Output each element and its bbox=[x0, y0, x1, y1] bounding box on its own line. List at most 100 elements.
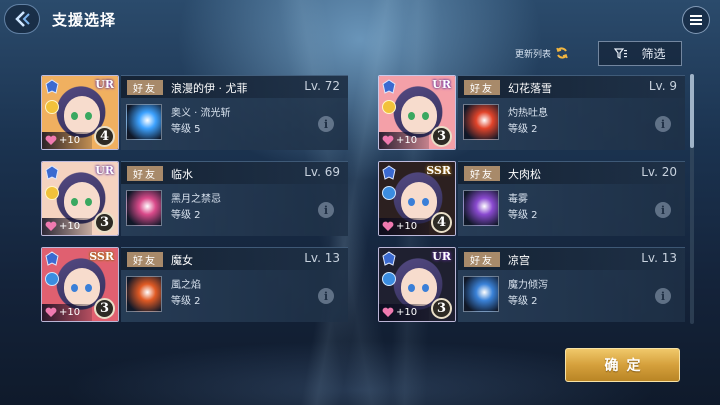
friend-tag: 好友 bbox=[127, 252, 163, 267]
rarity-label: UR bbox=[95, 164, 114, 177]
bond-indicator: +10 bbox=[42, 132, 92, 149]
friend-tag: 好友 bbox=[127, 80, 163, 95]
character-portrait[interactable]: SSR +10 4 bbox=[378, 161, 456, 236]
character-eye bbox=[71, 198, 78, 206]
info-icon[interactable]: i bbox=[655, 116, 671, 132]
character-portrait[interactable]: UR +10 3 bbox=[378, 247, 456, 322]
rarity-label: SSR bbox=[89, 250, 114, 263]
skill-name: 奥义 · 流光斩 bbox=[171, 108, 231, 119]
bond-value: +10 bbox=[59, 307, 81, 318]
skill-icon bbox=[126, 104, 162, 140]
refresh-list-button[interactable]: 更新列表 bbox=[515, 46, 569, 60]
class-crest-icon bbox=[45, 251, 59, 266]
player-name: 临水 bbox=[171, 168, 193, 181]
player-name: 大肉松 bbox=[508, 168, 541, 181]
hamburger-menu-icon bbox=[690, 15, 702, 25]
support-info-panel[interactable]: 好友 临水 Lv. 69 黑月之禁忌 等级 2 i bbox=[121, 161, 348, 236]
character-face bbox=[64, 182, 100, 220]
support-card[interactable]: UR +10 3 好友 幻花落雪 Lv. 9 灼热吐息 等级 2 i bbox=[378, 75, 685, 150]
element-icon bbox=[45, 186, 59, 200]
character-face bbox=[64, 268, 100, 306]
class-crest-icon bbox=[45, 79, 59, 94]
character-eye bbox=[422, 112, 429, 120]
info-icon[interactable]: i bbox=[655, 202, 671, 218]
element-icon bbox=[45, 272, 59, 286]
rarity-label: UR bbox=[432, 250, 451, 263]
skill-name: 魔力倾泻 bbox=[508, 280, 548, 291]
player-level: Lv. 20 bbox=[641, 165, 677, 179]
heart-icon bbox=[45, 135, 57, 145]
support-info-panel[interactable]: 好友 凉宫 Lv. 13 魔力倾泻 等级 2 i bbox=[458, 247, 685, 322]
element-icon bbox=[382, 100, 396, 114]
bond-value: +10 bbox=[396, 307, 418, 318]
support-info-panel[interactable]: 好友 幻花落雪 Lv. 9 灼热吐息 等级 2 i bbox=[458, 75, 685, 150]
character-portrait[interactable]: UR +10 3 bbox=[41, 161, 119, 236]
star-count-badge: 4 bbox=[94, 126, 115, 147]
skill-level: 等级 2 bbox=[171, 296, 201, 307]
heart-icon bbox=[382, 307, 394, 317]
info-icon[interactable]: i bbox=[318, 116, 334, 132]
support-card[interactable]: SSR +10 4 好友 大肉松 Lv. 20 毒雾 等级 2 i bbox=[378, 161, 685, 236]
skill-level: 等级 2 bbox=[508, 296, 538, 307]
star-count-badge: 3 bbox=[94, 298, 115, 319]
support-info-panel[interactable]: 好友 大肉松 Lv. 20 毒雾 等级 2 i bbox=[458, 161, 685, 236]
friend-tag: 好友 bbox=[127, 166, 163, 181]
class-crest-icon bbox=[382, 251, 396, 266]
element-icon bbox=[45, 100, 59, 114]
character-eye bbox=[422, 284, 429, 292]
filter-button[interactable]: 筛选 bbox=[598, 41, 682, 66]
support-card[interactable]: UR +10 4 好友 浪漫的伊 · 尤菲 Lv. 72 奥义 · 流光斩 等级… bbox=[41, 75, 348, 150]
bond-value: +10 bbox=[59, 135, 81, 146]
character-eye bbox=[422, 198, 429, 206]
bond-indicator: +10 bbox=[42, 218, 92, 235]
element-icon bbox=[382, 272, 396, 286]
support-card[interactable]: UR +10 3 好友 临水 Lv. 69 黑月之禁忌 等级 2 i bbox=[41, 161, 348, 236]
menu-button[interactable] bbox=[682, 6, 710, 34]
class-crest-icon bbox=[382, 165, 396, 180]
character-eye bbox=[85, 284, 92, 292]
character-eye bbox=[71, 112, 78, 120]
scrollbar-thumb[interactable] bbox=[690, 74, 694, 148]
character-face bbox=[64, 96, 100, 134]
character-eye bbox=[408, 198, 415, 206]
back-arrow-icon bbox=[15, 11, 30, 27]
star-count-badge: 4 bbox=[431, 212, 452, 233]
character-eye bbox=[408, 112, 415, 120]
support-card[interactable]: UR +10 3 好友 凉宫 Lv. 13 魔力倾泻 等级 2 i bbox=[378, 247, 685, 322]
confirm-button[interactable]: 确定 bbox=[565, 348, 680, 382]
skill-level: 等级 2 bbox=[508, 124, 538, 135]
character-face bbox=[401, 268, 437, 306]
character-portrait[interactable]: UR +10 3 bbox=[378, 75, 456, 150]
character-portrait[interactable]: SSR +10 3 bbox=[41, 247, 119, 322]
info-icon[interactable]: i bbox=[318, 288, 334, 304]
info-icon[interactable]: i bbox=[655, 288, 671, 304]
heart-icon bbox=[382, 221, 394, 231]
character-portrait[interactable]: UR +10 4 bbox=[41, 75, 119, 150]
skill-name: 黑月之禁忌 bbox=[171, 194, 221, 205]
skill-level: 等级 2 bbox=[171, 210, 201, 221]
player-level: Lv. 13 bbox=[641, 251, 677, 265]
skill-level: 等级 5 bbox=[171, 124, 201, 135]
skill-name: 灼热吐息 bbox=[508, 108, 548, 119]
class-crest-icon bbox=[382, 79, 396, 94]
bond-indicator: +10 bbox=[379, 304, 429, 321]
bond-indicator: +10 bbox=[42, 304, 92, 321]
player-level: Lv. 9 bbox=[648, 79, 677, 93]
skill-level: 等级 2 bbox=[508, 210, 538, 221]
skill-icon bbox=[463, 276, 499, 312]
heart-icon bbox=[45, 307, 57, 317]
character-face bbox=[401, 182, 437, 220]
support-info-panel[interactable]: 好友 浪漫的伊 · 尤菲 Lv. 72 奥义 · 流光斩 等级 5 i bbox=[121, 75, 348, 150]
skill-icon bbox=[463, 104, 499, 140]
support-info-panel[interactable]: 好友 魔女 Lv. 13 風之焰 等级 2 i bbox=[121, 247, 348, 322]
friend-tag: 好友 bbox=[464, 252, 500, 267]
heart-icon bbox=[45, 221, 57, 231]
character-eye bbox=[71, 284, 78, 292]
support-card[interactable]: SSR +10 3 好友 魔女 Lv. 13 風之焰 等级 2 i bbox=[41, 247, 348, 322]
back-button[interactable] bbox=[4, 4, 40, 34]
character-eye bbox=[85, 112, 92, 120]
element-icon bbox=[382, 186, 396, 200]
info-icon[interactable]: i bbox=[318, 202, 334, 218]
skill-icon bbox=[126, 276, 162, 312]
list-scrollbar[interactable] bbox=[690, 74, 694, 324]
